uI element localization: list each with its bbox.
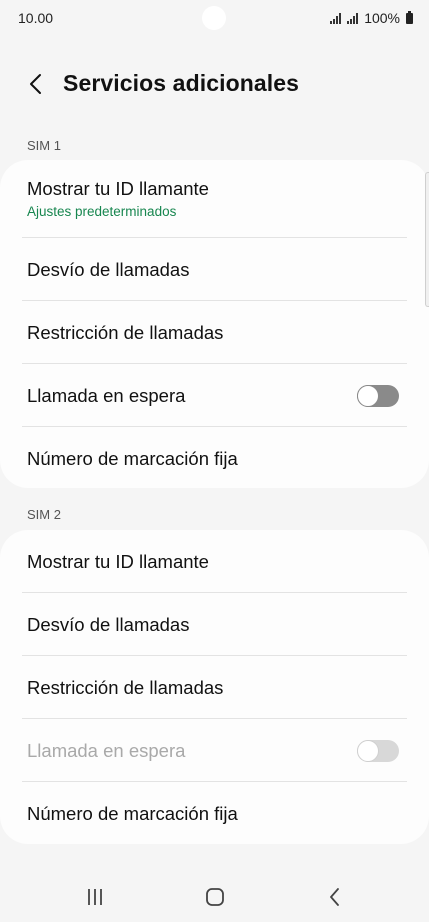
sim1-call-waiting-row[interactable]: Llamada en espera <box>0 364 429 427</box>
scrollbar[interactable] <box>425 172 429 307</box>
battery-icon <box>406 10 413 24</box>
recent-apps-icon <box>88 889 102 905</box>
sim1-card: Mostrar tu ID llamante Ajustes predeterm… <box>0 160 429 488</box>
toggle-knob <box>357 384 379 407</box>
row-label: Mostrar tu ID llamante <box>27 178 209 199</box>
row-label: Restricción de llamadas <box>27 321 224 343</box>
call-waiting-toggle <box>357 739 399 762</box>
signal-bars-icon <box>330 12 342 24</box>
chevron-left-icon <box>30 74 41 94</box>
signal-bars-icon <box>347 12 359 24</box>
home-icon <box>206 888 224 906</box>
navigation-bar <box>0 870 429 922</box>
row-label: Desvío de llamadas <box>27 258 190 280</box>
sim2-card: Mostrar tu ID llamante Desvío de llamada… <box>0 530 429 844</box>
section-label-sim1: SIM 1 <box>27 138 61 153</box>
toggle-knob <box>357 739 379 762</box>
home-button[interactable] <box>195 884 235 910</box>
back-button[interactable] <box>22 70 50 98</box>
nav-back-button[interactable] <box>315 884 355 910</box>
sim1-fixed-dialing-row[interactable]: Número de marcación fija <box>0 427 429 490</box>
row-sublabel: Ajustes predeterminados <box>27 204 177 219</box>
sim1-call-forwarding-row[interactable]: Desvío de llamadas <box>0 238 429 301</box>
row-label: Llamada en espera <box>27 384 186 406</box>
sim1-caller-id-row[interactable]: Mostrar tu ID llamante Ajustes predeterm… <box>0 160 429 238</box>
row-label: Número de marcación fija <box>27 447 238 469</box>
row-label: Mostrar tu ID llamante <box>27 550 209 572</box>
app-header: Servicios adicionales <box>0 60 429 110</box>
row-label: Restricción de llamadas <box>27 676 224 698</box>
row-label: Número de marcación fija <box>27 802 238 824</box>
sim2-call-waiting-row: Llamada en espera <box>0 719 429 782</box>
call-waiting-toggle[interactable] <box>357 384 399 407</box>
camera-cutout <box>202 6 226 30</box>
status-icons: 100% <box>330 10 413 26</box>
row-label: Desvío de llamadas <box>27 613 190 635</box>
sim2-call-barring-row[interactable]: Restricción de llamadas <box>0 656 429 719</box>
status-time: 10.00 <box>18 10 54 26</box>
sim2-fixed-dialing-row[interactable]: Número de marcación fija <box>0 782 429 845</box>
section-label-sim2: SIM 2 <box>27 507 61 522</box>
sim1-call-barring-row[interactable]: Restricción de llamadas <box>0 301 429 364</box>
sim2-caller-id-row[interactable]: Mostrar tu ID llamante <box>0 530 429 593</box>
back-icon <box>330 888 339 906</box>
sim2-call-forwarding-row[interactable]: Desvío de llamadas <box>0 593 429 656</box>
status-bar: 10.00 100% <box>0 0 429 36</box>
row-label: Llamada en espera <box>27 739 186 761</box>
page-title: Servicios adicionales <box>63 70 300 96</box>
battery-percent: 100% <box>364 10 400 26</box>
recent-apps-button[interactable] <box>75 884 115 910</box>
